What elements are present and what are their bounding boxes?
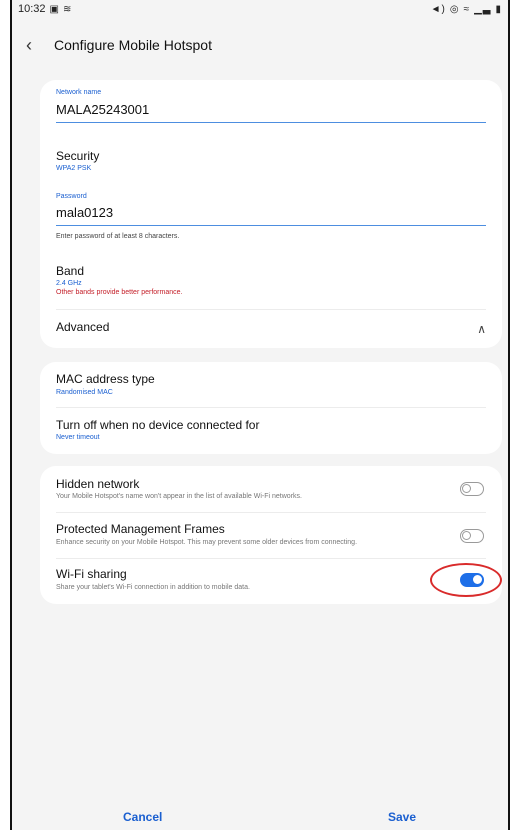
save-button[interactable]: Save bbox=[388, 810, 416, 824]
app-header: ‹ Configure Mobile Hotspot bbox=[12, 30, 508, 60]
mute-icon: ◄) bbox=[430, 3, 446, 15]
toggle-knob bbox=[462, 484, 471, 493]
password-helper-text: Enter password of at least 8 characters. bbox=[56, 233, 180, 240]
band-title: Band bbox=[56, 264, 85, 278]
band-warning: Other bands provide better performance. bbox=[56, 289, 183, 296]
pmf-desc: Enhance security on your Mobile Hotspot.… bbox=[56, 539, 358, 546]
password-underline bbox=[56, 225, 486, 226]
network-name-input[interactable]: MALA25243001 bbox=[56, 102, 149, 117]
divider bbox=[56, 558, 486, 559]
security-title: Security bbox=[56, 149, 100, 163]
timeout-value: Never timeout bbox=[56, 434, 100, 441]
network-name-underline bbox=[56, 122, 486, 123]
mac-address-value: Randomised MAC bbox=[56, 389, 113, 396]
toggle-knob bbox=[462, 531, 471, 540]
network-settings-card: Network name MALA25243001 Security WPA2 … bbox=[40, 80, 502, 348]
advanced-label: Advanced bbox=[56, 320, 110, 334]
timeout-title: Turn off when no device connected for bbox=[56, 418, 260, 432]
divider bbox=[56, 512, 486, 513]
gallery-icon: ▣ bbox=[49, 3, 59, 15]
hotspot-icon: ≋ bbox=[62, 3, 72, 15]
highlight-circle bbox=[430, 563, 502, 597]
status-time: 10:32 bbox=[18, 3, 46, 15]
toggle-settings-card: Hidden network Your Mobile Hotspot's nam… bbox=[40, 466, 502, 604]
pmf-title: Protected Management Frames bbox=[56, 522, 225, 536]
divider bbox=[56, 407, 486, 408]
wifi-icon: ≈ bbox=[463, 3, 471, 15]
security-value: WPA2 PSK bbox=[56, 165, 92, 172]
status-bar: 10:32 ▣ ≋ ◄) ◎ ≈ ▁▃ ▮ bbox=[12, 0, 508, 18]
back-chevron-icon[interactable]: ‹ bbox=[26, 35, 46, 56]
cancel-button[interactable]: Cancel bbox=[123, 810, 162, 824]
password-label: Password bbox=[56, 193, 87, 200]
pmf-toggle[interactable] bbox=[460, 529, 484, 543]
hotspot-active-icon: ◎ bbox=[449, 3, 460, 15]
battery-icon: ▮ bbox=[495, 3, 502, 15]
mac-address-title: MAC address type bbox=[56, 372, 155, 386]
hidden-network-toggle[interactable] bbox=[460, 482, 484, 496]
password-input[interactable]: mala0123 bbox=[56, 205, 113, 220]
page-title: Configure Mobile Hotspot bbox=[54, 37, 212, 53]
device-frame: 10:32 ▣ ≋ ◄) ◎ ≈ ▁▃ ▮ ‹ Configure Mobile… bbox=[10, 0, 510, 830]
network-name-label: Network name bbox=[56, 89, 102, 96]
band-value: 2.4 GHz bbox=[56, 280, 82, 287]
wifi-sharing-title: Wi-Fi sharing bbox=[56, 567, 127, 581]
wifi-sharing-desc: Share your tablet's Wi-Fi connection in … bbox=[56, 584, 250, 591]
signal-icon: ▁▃ bbox=[474, 3, 492, 15]
hidden-network-title: Hidden network bbox=[56, 477, 140, 491]
chevron-up-icon: ∧ bbox=[477, 322, 486, 336]
advanced-settings-card: MAC address type Randomised MAC Turn off… bbox=[40, 362, 502, 454]
hidden-network-desc: Your Mobile Hotspot's name won't appear … bbox=[56, 493, 302, 500]
divider bbox=[56, 309, 486, 310]
